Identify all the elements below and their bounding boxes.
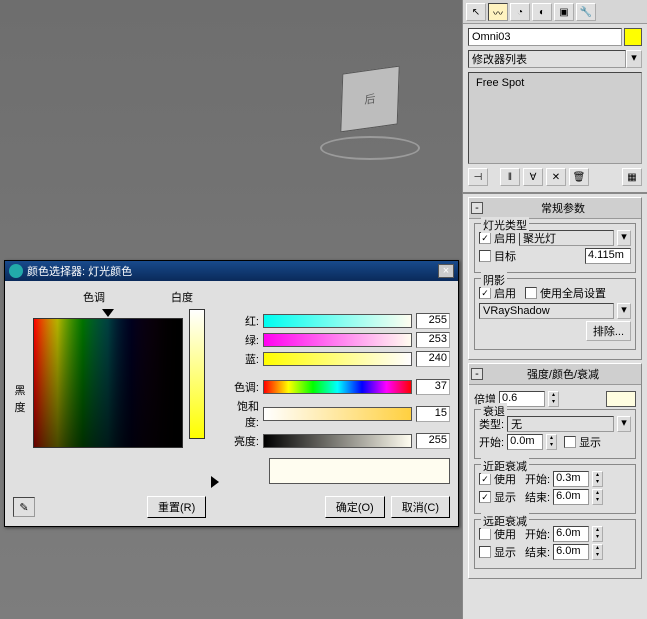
near-atten-group: 近距衰减 (481, 458, 529, 474)
color-field[interactable] (33, 318, 183, 448)
global-checkbox[interactable] (525, 287, 537, 299)
far-show-checkbox[interactable] (479, 546, 491, 558)
display-tab-icon[interactable]: ▣ (554, 3, 574, 21)
near-use-checkbox[interactable]: ✓ (479, 473, 491, 485)
target-checkbox[interactable] (479, 250, 491, 262)
modifier-list-dropdown[interactable]: 修改器列表 (468, 50, 626, 68)
ok-button[interactable]: 确定(O) (325, 496, 385, 518)
spinner-icon[interactable]: ▴▾ (592, 471, 603, 487)
green-slider[interactable] (263, 333, 412, 347)
rollup-header[interactable]: -常规参数 (469, 198, 641, 219)
black-label: 黑度 (13, 309, 27, 488)
shadow-type-dropdown[interactable]: VRayShadow (479, 303, 614, 319)
light-type-dropdown[interactable]: 聚光灯 (519, 230, 614, 246)
color-picker-dialog: 颜色选择器: 灯光颜色 × 色调 白度 黑度 红: 255 绿: 253 蓝: 240… (4, 260, 459, 527)
far-end-input[interactable]: 6.0m (553, 544, 589, 560)
light-color-swatch[interactable] (606, 391, 636, 407)
red-value[interactable]: 255 (416, 313, 450, 329)
far-atten-group: 远距衰减 (481, 513, 529, 529)
light-type-group: 灯光类型 (481, 217, 529, 233)
configure-icon[interactable]: ▦ (622, 168, 642, 186)
far-use-checkbox[interactable] (479, 528, 491, 540)
near-start-input[interactable]: 0.3m (553, 471, 589, 487)
spinner-icon[interactable]: ▴▾ (548, 391, 559, 407)
modify-tab-icon[interactable]: 〰 (488, 3, 508, 21)
motion-tab-icon[interactable]: ◐ (532, 3, 552, 21)
chevron-down-icon[interactable]: ▾ (626, 50, 642, 68)
spinner-icon[interactable]: ▴▾ (592, 544, 603, 560)
far-start-input[interactable]: 6.0m (553, 526, 589, 542)
decay-type-dropdown[interactable]: 无 (507, 416, 614, 432)
sat-value[interactable]: 15 (416, 406, 450, 422)
hierarchy-tab-icon[interactable]: ◔ (510, 3, 530, 21)
green-value[interactable]: 253 (416, 332, 450, 348)
eyedropper-icon[interactable]: ✎ (13, 497, 35, 517)
hue-slider[interactable] (263, 380, 412, 394)
decay-start-input[interactable]: 0.0m (507, 434, 543, 450)
minus-icon: - (471, 202, 483, 214)
decay-show-checkbox[interactable] (564, 436, 576, 448)
near-show-checkbox[interactable]: ✓ (479, 491, 491, 503)
shadow-group: 阴影 (481, 272, 507, 288)
red-label: 红: (225, 313, 259, 329)
exclude-button[interactable]: 排除... (586, 321, 631, 341)
reset-button[interactable]: 重置(R) (147, 496, 206, 518)
spinner-icon[interactable]: ▴▾ (592, 526, 603, 542)
command-panel: ↖ 〰 ◔ ◐ ▣ 🔧 修改器列表 ▾ Free Spot ⊣ ‖ ∀ ✕ 🗑 … (462, 0, 647, 619)
target-dist: 4.115m (585, 248, 631, 264)
sat-label: 饱和度: (225, 398, 259, 430)
white-marker-icon[interactable] (211, 476, 219, 488)
chevron-down-icon[interactable]: ▾ (617, 416, 631, 432)
modifier-stack[interactable]: Free Spot (468, 72, 642, 164)
val-label: 亮度: (225, 433, 259, 449)
green-label: 绿: (225, 332, 259, 348)
val-value[interactable]: 255 (416, 433, 450, 449)
hue-label: 色调 (83, 289, 105, 305)
minus-icon: - (471, 368, 483, 380)
blue-value[interactable]: 240 (416, 351, 450, 367)
show-result-icon[interactable]: ‖ (500, 168, 520, 186)
color-swatch[interactable] (269, 458, 450, 484)
shadow-enable-checkbox[interactable]: ✓ (479, 287, 491, 299)
dialog-titlebar[interactable]: 颜色选择器: 灯光颜色 × (5, 261, 458, 281)
red-slider[interactable] (263, 314, 412, 328)
cancel-button[interactable]: 取消(C) (391, 496, 450, 518)
trash-icon[interactable]: 🗑 (569, 168, 589, 186)
hue-value[interactable]: 37 (416, 379, 450, 395)
spinner-icon[interactable]: ▴▾ (546, 434, 557, 450)
modifier-item[interactable]: Free Spot (475, 76, 635, 90)
object-color-swatch[interactable] (624, 28, 642, 46)
white-label: 白度 (171, 289, 193, 305)
utilities-tab-icon[interactable]: 🔧 (576, 3, 596, 21)
chevron-down-icon[interactable]: ▾ (617, 230, 631, 246)
decay-group: 衰退 (481, 403, 507, 419)
app-icon (9, 264, 23, 278)
remove-mod-icon[interactable]: ✕ (546, 168, 566, 186)
viewcube-face: 后 (364, 90, 375, 108)
dialog-title: 颜色选择器: 灯光颜色 (27, 263, 132, 279)
make-unique-icon[interactable]: ∀ (523, 168, 543, 186)
chevron-down-icon[interactable]: ▾ (617, 303, 631, 319)
viewcube[interactable]: 后 (320, 60, 420, 160)
hue-marker-icon[interactable] (102, 309, 114, 317)
spinner-icon[interactable]: ▴▾ (592, 489, 603, 505)
whiteness-slider[interactable] (189, 309, 205, 439)
create-tab-icon[interactable]: ↖ (466, 3, 486, 21)
hue-label2: 色调: (225, 379, 259, 395)
sat-slider[interactable] (263, 407, 412, 421)
near-end-input[interactable]: 6.0m (553, 489, 589, 505)
intensity-rollup: -强度/颜色/衰减 倍增0.6▴▾ 衰退 类型:无▾ 开始:0.0m▴▾显示 近… (468, 363, 642, 579)
val-slider[interactable] (263, 434, 412, 448)
pin-stack-icon[interactable]: ⊣ (468, 168, 488, 186)
general-params-rollup: -常规参数 灯光类型 ✓启用 聚光灯▾ 目标4.115m 阴影 ✓启用使用全局设… (468, 197, 642, 360)
close-icon[interactable]: × (438, 264, 454, 278)
blue-slider[interactable] (263, 352, 412, 366)
rollup-header[interactable]: -强度/颜色/衰减 (469, 364, 641, 385)
blue-label: 蓝: (225, 351, 259, 367)
enable-checkbox[interactable]: ✓ (479, 232, 491, 244)
object-name-input[interactable] (468, 28, 622, 46)
